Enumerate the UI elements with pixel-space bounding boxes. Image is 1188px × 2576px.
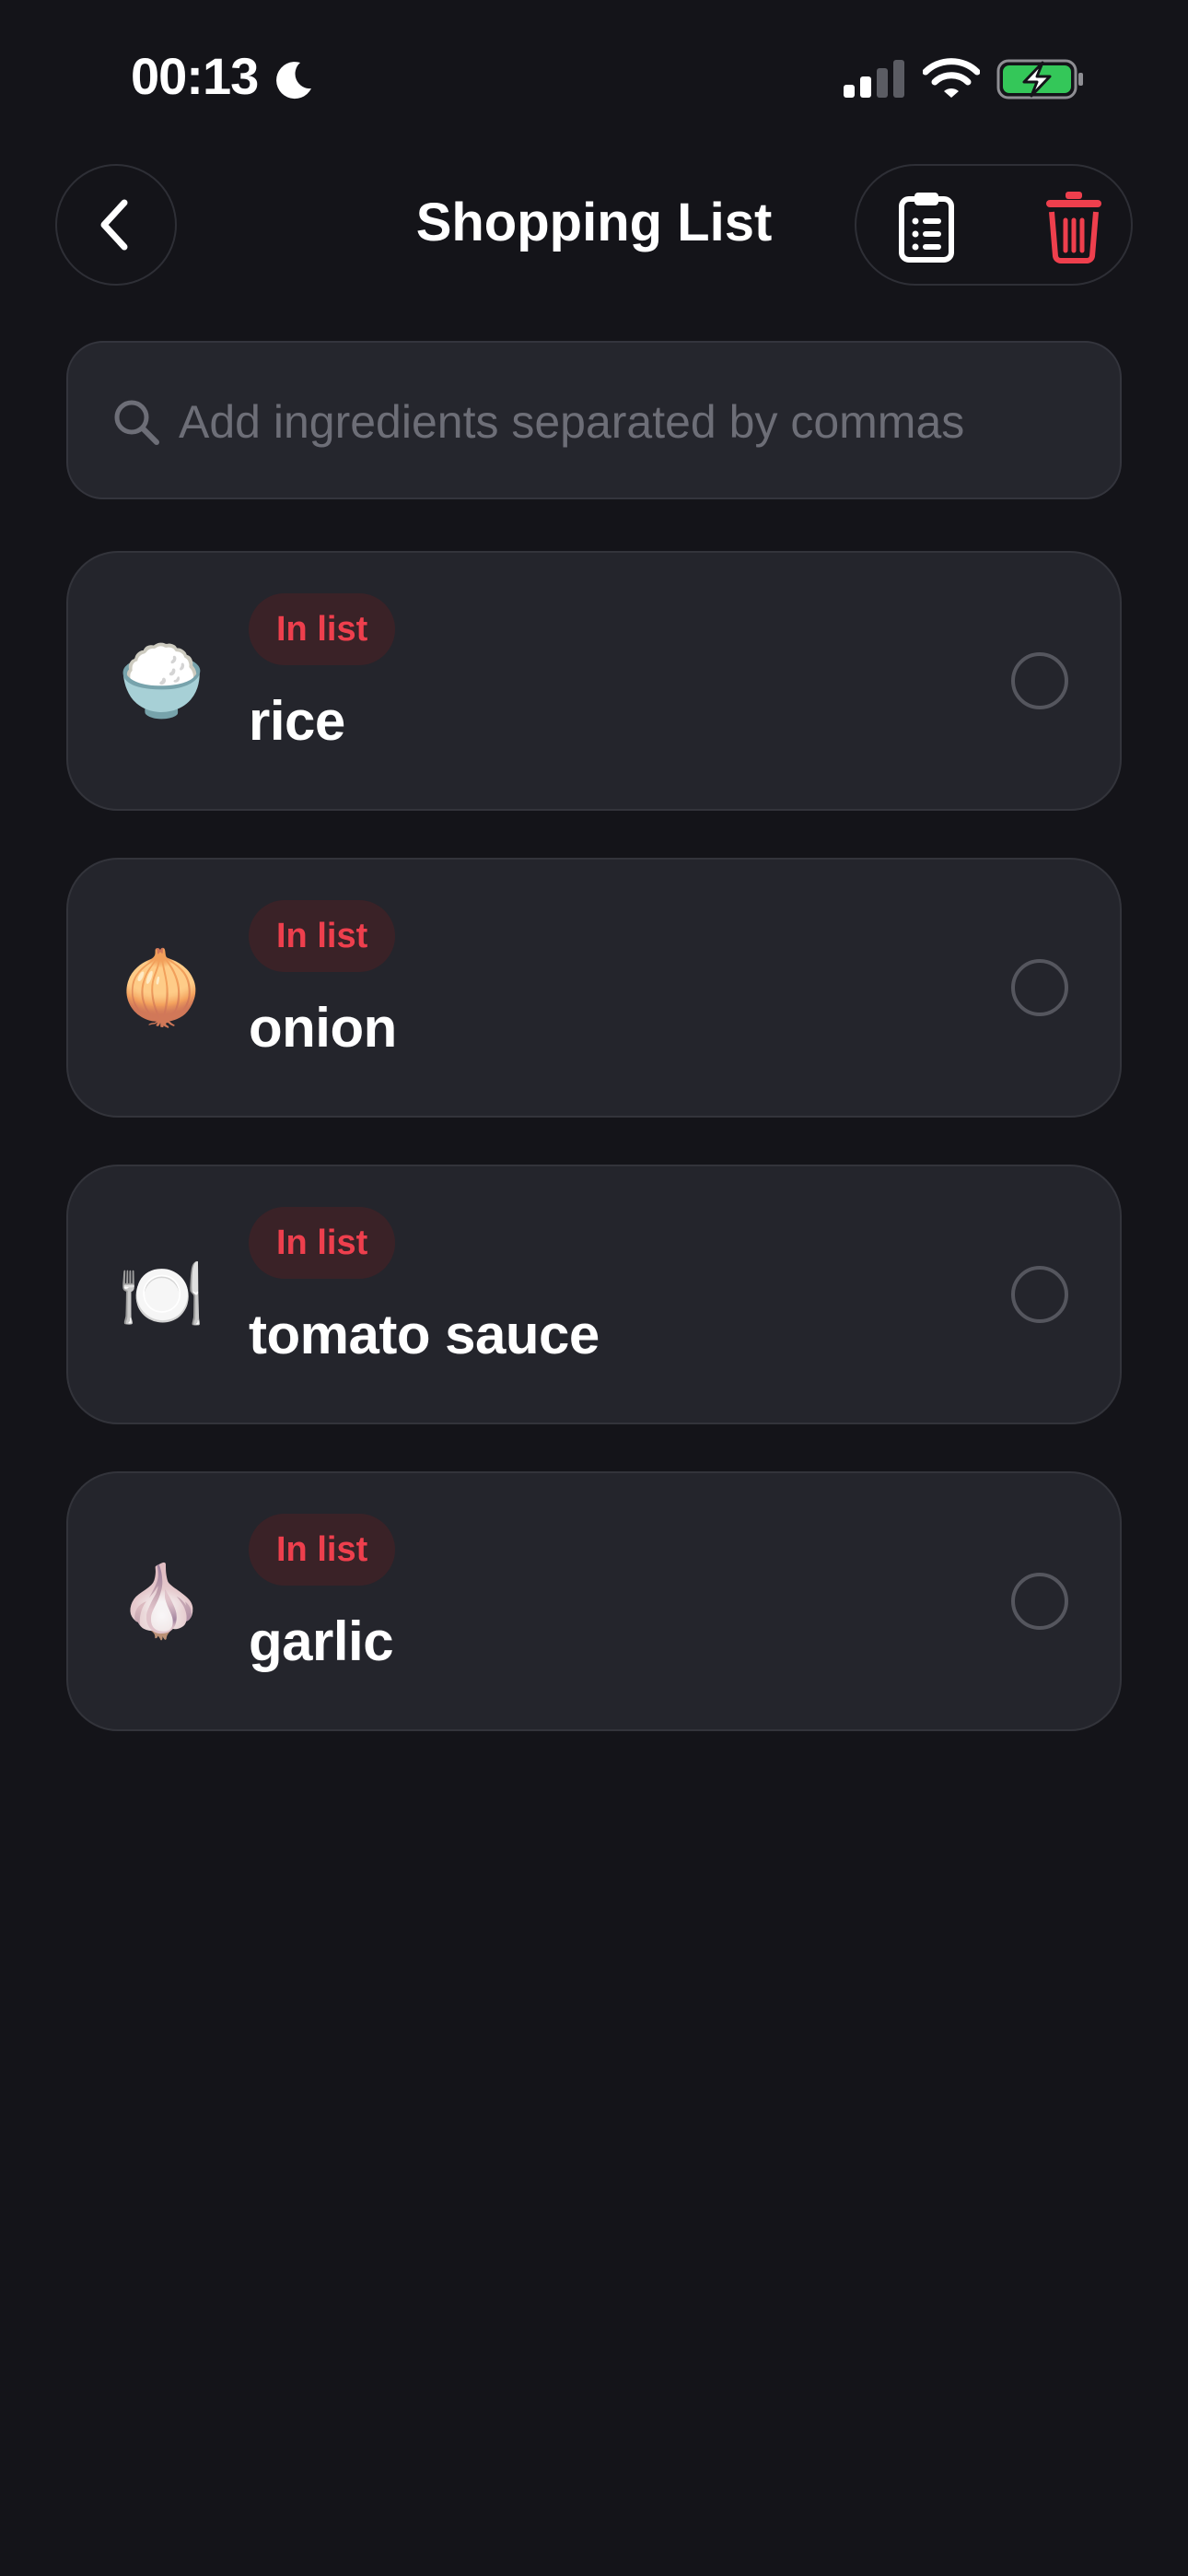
status-badge: In list bbox=[249, 1514, 396, 1586]
trash-icon bbox=[1046, 192, 1101, 263]
clipboard-button[interactable] bbox=[886, 186, 967, 267]
list-item[interactable]: 🧅 In list onion bbox=[66, 858, 1122, 1118]
wifi-icon bbox=[923, 58, 980, 98]
search-icon bbox=[114, 400, 159, 445]
garlic-icon: 🧄 bbox=[118, 1563, 205, 1641]
battery-charging-icon bbox=[996, 59, 1083, 100]
back-button[interactable] bbox=[55, 164, 177, 286]
trash-button[interactable] bbox=[1033, 186, 1114, 267]
check-circle[interactable] bbox=[1011, 1266, 1068, 1323]
check-circle[interactable] bbox=[1011, 652, 1068, 709]
clipboard-list-icon bbox=[899, 193, 954, 263]
rice-icon: 🍚 bbox=[118, 642, 205, 720]
status-time: 00:13 bbox=[131, 47, 259, 105]
status-badge: In list bbox=[249, 593, 396, 665]
item-name: tomato sauce bbox=[249, 1304, 600, 1365]
signal-icon bbox=[844, 60, 904, 98]
item-name: rice bbox=[249, 690, 345, 752]
status-badge: In list bbox=[249, 1207, 396, 1279]
shopping-list-screen: 00:13 Shopping List Add ingredients sepa… bbox=[0, 0, 1188, 2576]
check-circle[interactable] bbox=[1011, 1573, 1068, 1630]
search-input[interactable] bbox=[179, 380, 1090, 464]
onion-icon: 🧅 bbox=[118, 949, 205, 1027]
status-bar: 00:13 bbox=[0, 0, 1188, 157]
list-item[interactable]: 🧄 In list garlic bbox=[66, 1471, 1122, 1731]
status-badge: In list bbox=[249, 900, 396, 972]
list-item[interactable]: 🍚 In list rice bbox=[66, 551, 1122, 811]
item-name: onion bbox=[249, 997, 397, 1059]
plate-icon: 🍽️ bbox=[118, 1256, 205, 1334]
check-circle[interactable] bbox=[1011, 959, 1068, 1016]
search-box[interactable] bbox=[66, 341, 1122, 499]
item-name: garlic bbox=[249, 1610, 394, 1672]
list-item[interactable]: 🍽️ In list tomato sauce bbox=[66, 1165, 1122, 1424]
chevron-left-icon bbox=[100, 199, 128, 251]
moon-icon bbox=[276, 62, 311, 100]
header-actions bbox=[855, 164, 1133, 286]
